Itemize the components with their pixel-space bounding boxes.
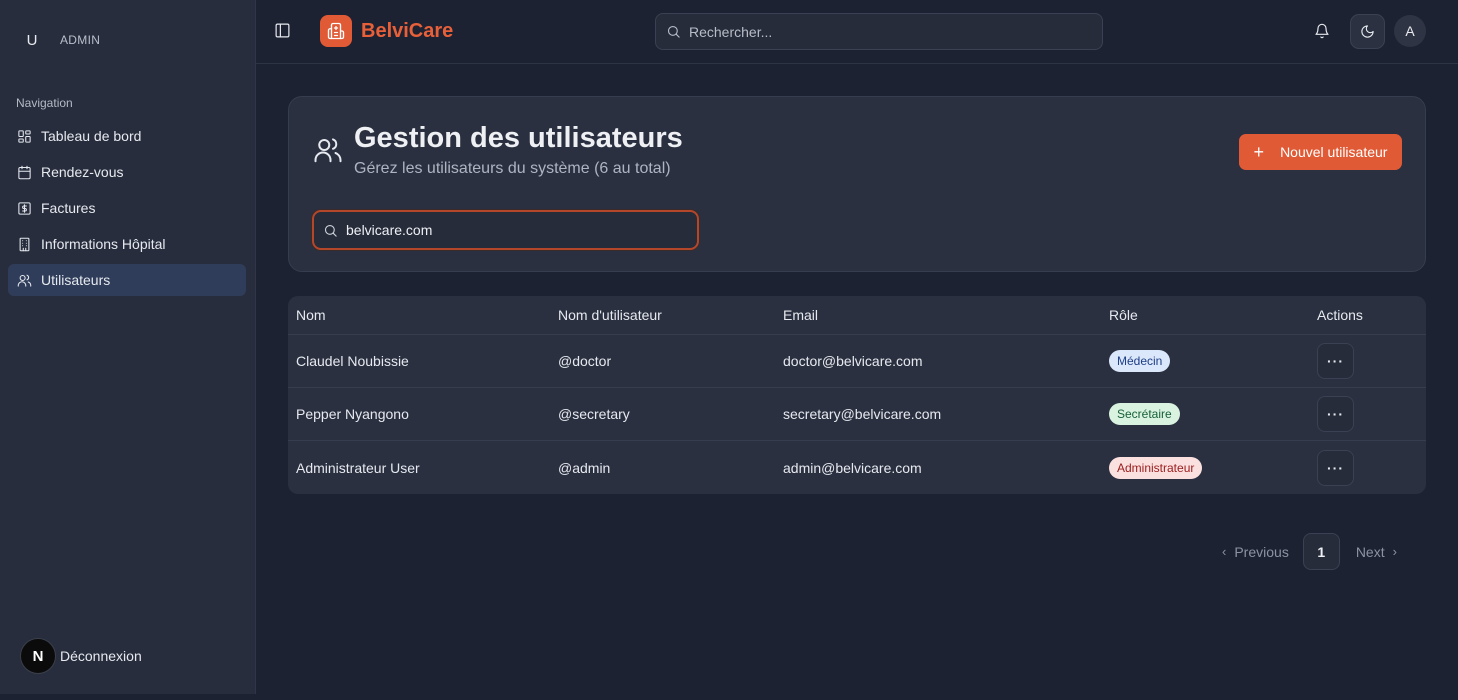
previous-page-button[interactable]: ‹ Previous	[1222, 544, 1289, 560]
table-header: Nom Nom d'utilisateur Email Rôle Actions	[288, 296, 1426, 335]
bell-icon	[1315, 23, 1329, 39]
brand[interactable]: BelviCare	[320, 15, 453, 47]
cell-name: Administrateur User	[296, 459, 420, 476]
user-search-input[interactable]	[346, 222, 686, 238]
new-user-button[interactable]: + Nouvel utilisateur	[1239, 134, 1402, 170]
topbar: BelviCare A	[256, 0, 1458, 64]
role-badge: Secrétaire	[1109, 403, 1180, 425]
panel-left-icon	[275, 23, 290, 38]
brand-name: BelviCare	[361, 19, 454, 42]
sidebar-item-label: Utilisateurs	[41, 272, 111, 288]
cell-username: @secretary	[558, 406, 630, 422]
cell-username: @doctor	[558, 353, 612, 369]
sidebar-item-dashboard[interactable]: Tableau de bord	[8, 120, 246, 152]
moon-icon	[1361, 25, 1374, 38]
sidebar: U ADMIN Navigation Tableau de bord Rende…	[0, 0, 256, 694]
chevron-right-icon: ›	[1392, 544, 1397, 559]
cell-email: secretary@belvicare.com	[783, 406, 942, 422]
column-header-email[interactable]: Email	[783, 307, 818, 323]
calendar-icon	[17, 165, 32, 180]
row-actions-button[interactable]: ···	[1317, 343, 1354, 379]
sidebar-item-label: Rendez-vous	[41, 164, 124, 180]
page-number-button[interactable]: 1	[1302, 533, 1340, 570]
logout-label: Déconnexion	[60, 648, 142, 664]
column-header-username[interactable]: Nom d'utilisateur	[558, 307, 662, 323]
sidebar-item-label: Tableau de bord	[41, 128, 142, 144]
page-title: Gestion des utilisateurs	[354, 122, 683, 154]
sidebar-item-users[interactable]: Utilisateurs	[8, 264, 246, 296]
column-header-role[interactable]: Rôle	[1109, 307, 1138, 323]
building-icon	[17, 237, 32, 252]
search-icon	[324, 224, 337, 237]
theme-toggle-button[interactable]	[1350, 14, 1385, 49]
more-icon[interactable]: ···	[1317, 449, 1354, 486]
chevron-left-icon: ‹	[1222, 544, 1227, 559]
role-badge: Médecin	[1109, 350, 1171, 372]
row-actions-button[interactable]: ···	[1317, 449, 1354, 486]
column-header-actions: Actions	[1317, 307, 1363, 323]
sidebar-toggle-button[interactable]	[274, 22, 292, 40]
logout-button[interactable]: N Déconnexion	[20, 638, 142, 674]
search-icon	[667, 25, 680, 38]
sidebar-item-invoices[interactable]: Factures	[8, 192, 246, 224]
previous-label: Previous	[1234, 543, 1289, 560]
table-row[interactable]: Pepper Nyangono @secretary secretary@bel…	[288, 388, 1426, 441]
next-page-button[interactable]: Next ›	[1356, 544, 1397, 560]
users-icon	[313, 135, 345, 167]
more-icon[interactable]: ···	[1317, 396, 1354, 432]
users-icon	[17, 273, 32, 288]
cell-name: Claudel Noubissie	[296, 353, 409, 369]
cell-email: admin@belvicare.com	[783, 459, 922, 476]
cell-name: Pepper Nyangono	[296, 406, 409, 422]
plus-icon: +	[1253, 142, 1265, 162]
users-table: Nom Nom d'utilisateur Email Rôle Actions…	[288, 296, 1426, 494]
notifications-button[interactable]	[1314, 23, 1332, 41]
table-row[interactable]: Claudel Noubissie @doctor doctor@belvica…	[288, 335, 1426, 388]
cell-username: @admin	[558, 459, 611, 476]
sidebar-avatar: U	[26, 31, 38, 49]
sidebar-header: U ADMIN	[18, 26, 100, 54]
more-icon[interactable]: ···	[1317, 343, 1354, 379]
sidebar-nav: Tableau de bord Rendez-vous Factures Inf…	[8, 120, 246, 300]
invoice-icon	[17, 201, 32, 216]
global-search-input[interactable]	[689, 23, 1089, 40]
pagination: ‹ Previous 1 Next ›	[1222, 533, 1397, 570]
sidebar-item-appointments[interactable]: Rendez-vous	[8, 156, 246, 188]
new-user-button-label: Nouvel utilisateur	[1280, 144, 1388, 160]
sidebar-user-role: ADMIN	[60, 33, 101, 47]
sidebar-item-label: Informations Hôpital	[41, 236, 166, 252]
column-header-name[interactable]: Nom	[296, 307, 326, 323]
logout-avatar: N	[20, 638, 56, 674]
table-row[interactable]: Administrateur User @admin admin@belvica…	[288, 441, 1426, 494]
next-label: Next	[1355, 543, 1385, 560]
sidebar-item-label: Factures	[41, 200, 96, 216]
user-avatar[interactable]: A	[1394, 15, 1426, 47]
page-subtitle: Gérez les utilisateurs du système (6 au …	[354, 160, 671, 177]
sidebar-section-label: Navigation	[16, 96, 73, 110]
cell-email: doctor@belvicare.com	[783, 353, 923, 369]
row-actions-button[interactable]: ···	[1317, 396, 1354, 432]
hospital-logo-icon	[320, 15, 352, 47]
user-search[interactable]	[312, 210, 699, 250]
users-header-card: Gestion des utilisateurs Gérez les utili…	[288, 96, 1426, 272]
role-badge: Administrateur	[1109, 456, 1203, 479]
dashboard-icon	[17, 129, 32, 144]
sidebar-item-hospital-info[interactable]: Informations Hôpital	[8, 228, 246, 260]
global-search[interactable]	[655, 13, 1103, 50]
